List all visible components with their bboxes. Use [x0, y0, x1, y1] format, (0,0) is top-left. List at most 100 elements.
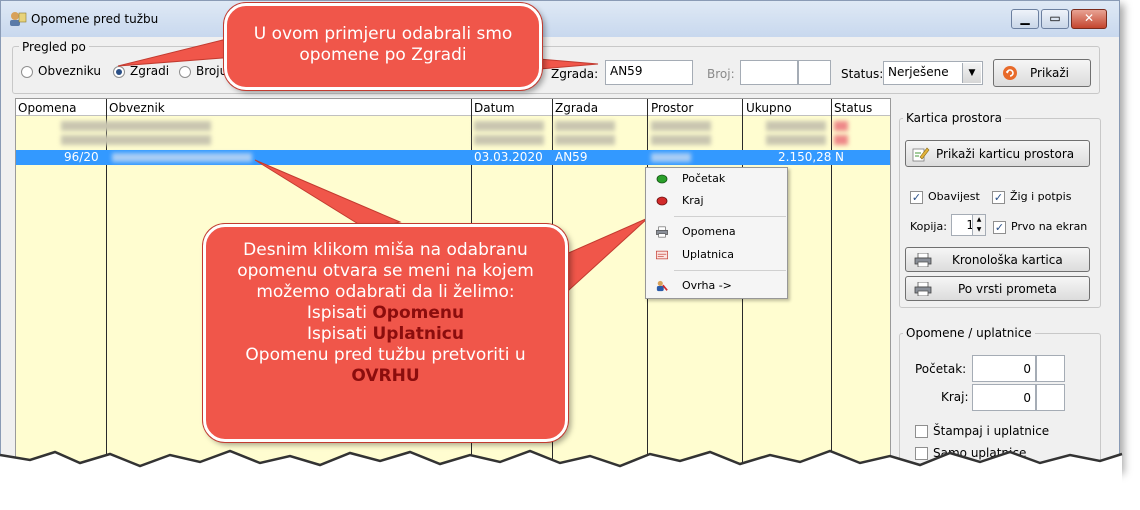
app-icon: [10, 12, 27, 26]
po-vrsti-prometa-label: Po vrsti prometa: [958, 282, 1057, 296]
payment-slip-icon: [656, 250, 668, 260]
callout-mid-line5-bold: Uplatnicu: [372, 324, 464, 344]
table-row-selected[interactable]: 96/20 03.03.2020 AN59 2.150,28 N: [16, 150, 890, 165]
cell-obveznik-redacted: [112, 153, 252, 162]
callout-middle: Desnim klikom miša na odabranu opomenu o…: [203, 224, 568, 442]
prvo-na-ekran-label: Prvo na ekran: [1011, 220, 1088, 233]
menu-item-opomena[interactable]: Opomena: [646, 221, 787, 243]
cell-datum: 03.03.2020: [474, 150, 543, 164]
table-row-redacted: [61, 135, 211, 145]
callout-top-line1: U ovom primjeru odabrali smo: [253, 24, 513, 44]
kopija-label: Kopija:: [910, 220, 947, 233]
kartica-group-label: Kartica prostora: [903, 111, 1005, 125]
minimize-icon: ▁: [1020, 11, 1030, 25]
status-select-value: Nerješene: [888, 65, 949, 79]
radio-zgradi-label: Zgradi: [130, 64, 170, 78]
menu-item-uplatnica-label: Uplatnica: [682, 248, 734, 261]
window-title: Opomene pred tužbu: [31, 12, 159, 26]
menu-item-ovrha[interactable]: Ovrha ->: [646, 275, 787, 297]
zig-label: Žig i potpis: [1010, 190, 1072, 203]
stampaj-uplatnice-label: Štampaj i uplatnice: [933, 424, 1050, 438]
menu-item-ovrha-label: Ovrha ->: [682, 279, 732, 292]
menu-item-pocetak-label: Početak: [682, 172, 726, 185]
enforcement-icon: [656, 280, 668, 292]
callout-mid-line4: Ispisati Opomenu: [206, 303, 565, 324]
maximize-button[interactable]: ▭: [1041, 9, 1069, 29]
callout-mid-line4-bold: Opomenu: [372, 303, 465, 323]
broj-input-from[interactable]: [740, 60, 798, 85]
col-header-opomena[interactable]: Opomena: [18, 101, 76, 115]
col-header-prostor[interactable]: Prostor: [651, 101, 693, 115]
callout-mid-line4-text: Ispisati: [306, 303, 373, 323]
prikazi-karticu-label: Prikaži karticu prostora: [936, 147, 1075, 161]
title-bar: Opomene pred tužbu ▁ ▭ ✕: [1, 1, 1119, 37]
pocetak-input-extra[interactable]: [1036, 355, 1065, 382]
filter-group-label: Pregled po: [19, 40, 89, 54]
close-icon: ✕: [1083, 11, 1095, 25]
callout-top-line2: opomene po Zgradi: [299, 45, 467, 65]
menu-item-kraj[interactable]: Kraj: [646, 190, 787, 212]
green-dot-icon: [656, 174, 668, 184]
obavijest-checkbox[interactable]: ✓: [910, 191, 923, 204]
samo-uplatnice-checkbox[interactable]: [915, 447, 928, 460]
kraj-input[interactable]: 0: [972, 384, 1036, 411]
zgrada-input[interactable]: AN59: [605, 60, 693, 85]
cell-prostor-redacted: [651, 153, 691, 162]
table-row-redacted: [555, 135, 615, 145]
menu-item-uplatnica[interactable]: Uplatnica: [646, 244, 787, 266]
radio-broju[interactable]: [179, 66, 191, 78]
table-row-redacted: [766, 135, 826, 145]
status-select[interactable]: Nerješene ▼: [883, 61, 983, 85]
chevron-down-icon[interactable]: ▼: [962, 63, 981, 83]
kronoloska-kartica-label: Kronološka kartica: [952, 253, 1063, 267]
col-header-ukupno[interactable]: Ukupno: [746, 101, 792, 115]
red-dot-icon: [656, 196, 668, 206]
po-vrsti-prometa-button[interactable]: Po vrsti prometa: [905, 276, 1090, 301]
zig-checkbox[interactable]: ✓: [992, 191, 1005, 204]
stampaj-uplatnice-checkbox[interactable]: [915, 425, 928, 438]
refresh-icon: [1003, 66, 1017, 80]
col-header-zgrada[interactable]: Zgrada: [555, 101, 598, 115]
col-header-obveznik[interactable]: Obveznik: [109, 101, 165, 115]
prvo-na-ekran-checkbox[interactable]: ✓: [993, 221, 1006, 234]
radio-obvezniku-label: Obvezniku: [38, 64, 101, 78]
pocetak-label: Početak:: [915, 362, 967, 376]
menu-item-opomena-label: Opomena: [682, 225, 736, 238]
document-edit-icon: [912, 147, 930, 162]
cell-opomena: 96/20: [64, 150, 99, 164]
printer-icon: [914, 282, 932, 296]
menu-separator: [674, 270, 786, 271]
obavijest-label: Obavijest: [928, 190, 980, 203]
close-button[interactable]: ✕: [1071, 9, 1107, 29]
table-row-redacted: [555, 121, 615, 131]
table-row-redacted: [834, 121, 848, 131]
table-row-redacted: [766, 121, 826, 131]
prikazi-button[interactable]: Prikaži: [993, 59, 1091, 87]
menu-item-pocetak[interactable]: Početak: [646, 168, 787, 190]
kraj-input-extra[interactable]: [1036, 384, 1065, 411]
cell-status: N: [835, 150, 844, 164]
callout-mid-line6: Opomenu pred tužbu pretvoriti u: [245, 345, 526, 365]
kronoloska-kartica-button[interactable]: Kronološka kartica: [905, 247, 1090, 272]
callout-top: U ovom primjeru odabrali smo opomene po …: [224, 3, 542, 90]
callout-mid-line5: Ispisati Uplatnicu: [206, 324, 565, 345]
pocetak-input[interactable]: 0: [972, 355, 1036, 382]
cell-ukupno: 2.150,28: [778, 150, 832, 164]
broj-input-to[interactable]: [798, 60, 831, 85]
table-row-redacted: [651, 121, 711, 131]
radio-obvezniku[interactable]: [21, 66, 33, 78]
callout-mid-line2: opomenu otvara se meni na kojem: [237, 261, 534, 281]
col-header-status[interactable]: Status: [834, 101, 872, 115]
prikazi-karticu-button[interactable]: Prikaži karticu prostora: [905, 140, 1090, 167]
minimize-button[interactable]: ▁: [1011, 9, 1039, 29]
callout-mid-line5-text: Ispisati: [307, 324, 373, 344]
kraj-label: Kraj:: [941, 390, 969, 404]
zgrada-label: Zgrada:: [551, 67, 599, 81]
stepper-arrows-icon[interactable]: ▲ ▼: [972, 214, 986, 236]
col-header-datum[interactable]: Datum: [474, 101, 515, 115]
radio-zgradi[interactable]: [113, 66, 125, 78]
table-row-redacted: [651, 135, 711, 145]
table-row-redacted: [474, 121, 544, 131]
samo-uplatnice-label: Samo uplatnice: [933, 446, 1027, 460]
callout-mid-line3: možemo odabrati da li želimo:: [256, 282, 515, 302]
